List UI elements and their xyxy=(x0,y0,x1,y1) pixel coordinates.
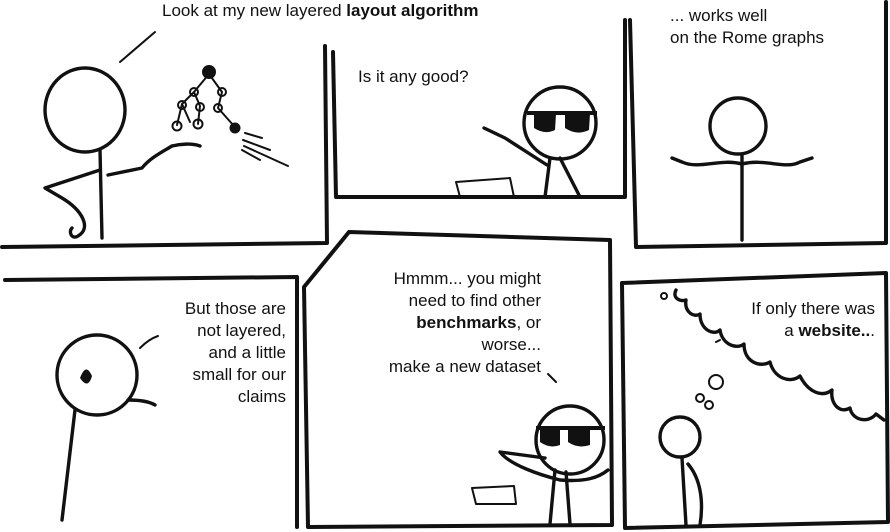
panel-5-caption-bold: benchmarks xyxy=(416,313,517,332)
panel-1-frame xyxy=(0,44,329,249)
panel-2-caption-text: Is it any good? xyxy=(358,67,469,86)
panel-6-caption-bold: website.. xyxy=(798,321,871,340)
panel-4-figure xyxy=(55,333,159,522)
panel-3-caption-line: on the Rome graphs xyxy=(670,28,825,47)
panel-4-caption-line: and a little xyxy=(208,343,287,362)
panel-5-caption-line: need to find other xyxy=(408,291,541,310)
panel-4-caption-line: small for our xyxy=(192,365,286,384)
panel-5-caption-line: Hmmm... you might xyxy=(393,269,541,288)
panel-4-caption-line: not layered, xyxy=(197,321,286,340)
panel-6-caption-line: a website... xyxy=(751,320,875,342)
panel-5-caption: Hmmm... you might need to find other ben… xyxy=(389,268,541,378)
panel-3-caption-line: ... works well xyxy=(670,6,768,25)
panel-5-caption-rest: , or xyxy=(516,313,541,332)
panel-2-figure xyxy=(455,85,598,199)
panel-1-caption-bold: layout algorithm xyxy=(346,1,479,20)
panel-6-caption: If only there was a website... xyxy=(751,298,875,342)
panel-6-caption-pre: a xyxy=(784,321,799,340)
panel-5-figure xyxy=(471,373,610,526)
panel-2-caption: Is it any good? xyxy=(358,66,469,88)
panel-1-caption-text: Look at my new layered xyxy=(162,1,347,20)
panel-6-caption-line: If only there was xyxy=(751,299,875,318)
panel-3-figure xyxy=(670,96,814,242)
panel-3-caption: ... works well on the Rome graphs xyxy=(670,5,824,49)
panel-4-caption-line: claims xyxy=(237,387,286,406)
panel-2-frame xyxy=(331,18,627,199)
panel-5-caption-line: make a new dataset xyxy=(388,357,541,376)
panel-1-caption: Look at my new layered layout algorithm xyxy=(162,0,479,22)
panel-5-caption-line: worse... xyxy=(481,335,541,354)
panel-4-caption: But those are not layered, and a little … xyxy=(185,298,286,408)
panel-4-caption-line: But those are xyxy=(184,299,286,318)
panel-1-figure xyxy=(43,31,202,240)
panel-6-figure xyxy=(658,292,724,527)
panel-5-caption-line: benchmarks, or xyxy=(389,312,541,334)
graph-drawing-icon xyxy=(171,65,289,167)
panel-6-caption-post: . xyxy=(870,321,875,340)
